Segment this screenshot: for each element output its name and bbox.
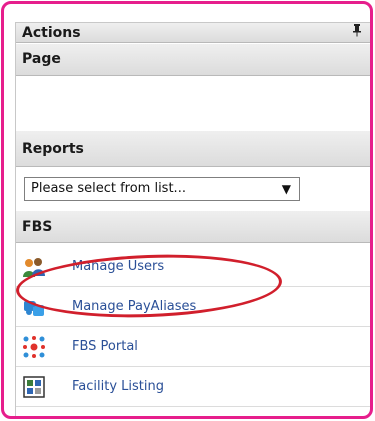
reports-select[interactable]: Please select from list... ▼ <box>24 177 300 201</box>
fbs-header: FBS <box>16 211 370 243</box>
puzzle-icon <box>24 301 44 316</box>
menu-item-facility-listing[interactable]: Facility Listing <box>16 367 370 407</box>
actions-panel: Actions Page Reports Please select from … <box>14 22 370 416</box>
pin-icon[interactable] <box>352 23 362 44</box>
listing-icon <box>23 376 45 398</box>
actions-title: Actions <box>22 25 81 41</box>
menu-item-label: Manage PayAliases <box>72 299 197 314</box>
users-icon <box>23 258 45 277</box>
dropdown-arrow-icon[interactable]: ▼ <box>282 178 291 200</box>
menu-item-label: FBS Portal <box>72 339 138 354</box>
reports-header: Reports <box>16 131 370 167</box>
menu-item-manage-users[interactable]: Manage Users <box>16 247 370 287</box>
reports-title: Reports <box>22 141 84 157</box>
reports-select-value: Please select from list... <box>31 181 186 196</box>
page-title: Page <box>22 51 61 67</box>
menu-item-label: Manage Users <box>72 259 165 274</box>
menu-item-manage-payaliases[interactable]: Manage PayAliases <box>16 287 370 327</box>
panel-frame: Actions Page Reports Please select from … <box>1 1 373 419</box>
fbs-title: FBS <box>22 219 53 235</box>
menu-item-label: Facility Listing <box>72 379 164 394</box>
page-header: Page <box>16 44 370 76</box>
actions-header: Actions <box>16 23 370 44</box>
menu-item-fbs-portal[interactable]: FBS Portal <box>16 327 370 367</box>
portal-icon <box>23 336 45 358</box>
